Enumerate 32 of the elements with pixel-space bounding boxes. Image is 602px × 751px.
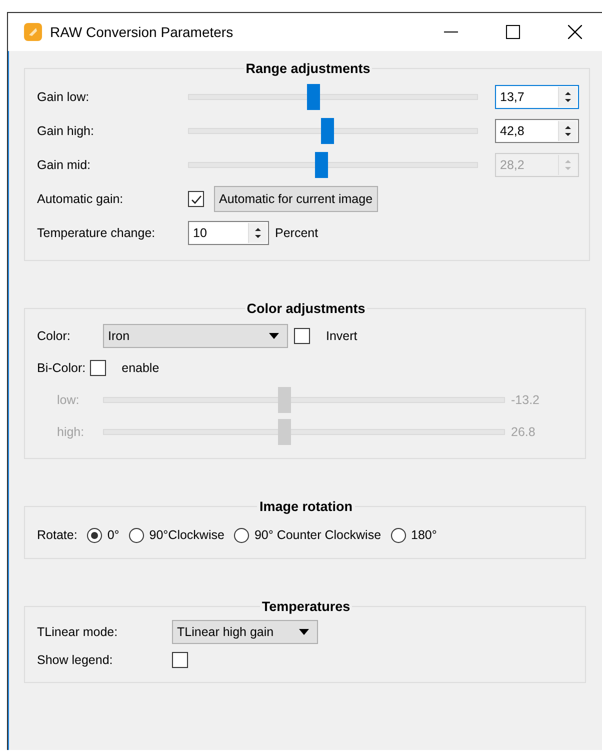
spin-box[interactable]: 10 (188, 221, 269, 245)
field-label: Bi-Color: (37, 361, 86, 375)
checkbox-label: enable (122, 361, 160, 375)
mode-dropdown[interactable]: TLinear high gain (172, 620, 318, 644)
field-label: Color: (37, 329, 72, 343)
field-label: Gain mid: (37, 158, 92, 172)
group-title: Range adjustments (244, 61, 372, 76)
color-dropdown[interactable]: Iron (103, 324, 288, 348)
field-label: Temperature change: (37, 226, 156, 240)
field-label: Rotate: (37, 528, 78, 542)
radio-label: 90°Clockwise (149, 528, 224, 542)
radio-label: 90° Counter Clockwise (254, 528, 382, 542)
slider-reading: 26.8 (511, 425, 536, 439)
field-label: Show legend: (37, 653, 114, 667)
group-title: Temperatures (260, 599, 352, 614)
group-title: Image rotation (258, 499, 354, 514)
window-title: RAW Conversion Parameters (50, 24, 234, 40)
field-label: low: (56, 393, 80, 407)
field-label: Gain high: (37, 124, 95, 138)
spin-box[interactable]: 13,7 (495, 85, 579, 109)
auto-gain-button[interactable]: Automatic for current image (214, 186, 378, 212)
unit-label: Percent (275, 226, 318, 240)
radio-label: 0° (107, 528, 120, 542)
checkbox-label: Invert (326, 329, 358, 343)
radio-label: 180° (411, 528, 437, 542)
field-label: TLinear mode: (37, 625, 119, 639)
group-title: Color adjustments (246, 301, 366, 316)
field-label: high: (56, 425, 86, 439)
slider-reading: -13.2 (511, 393, 540, 407)
field-label: Automatic gain: (37, 192, 124, 206)
spin-box[interactable]: 42,8 (495, 119, 579, 143)
field-label: Gain low: (37, 90, 90, 104)
